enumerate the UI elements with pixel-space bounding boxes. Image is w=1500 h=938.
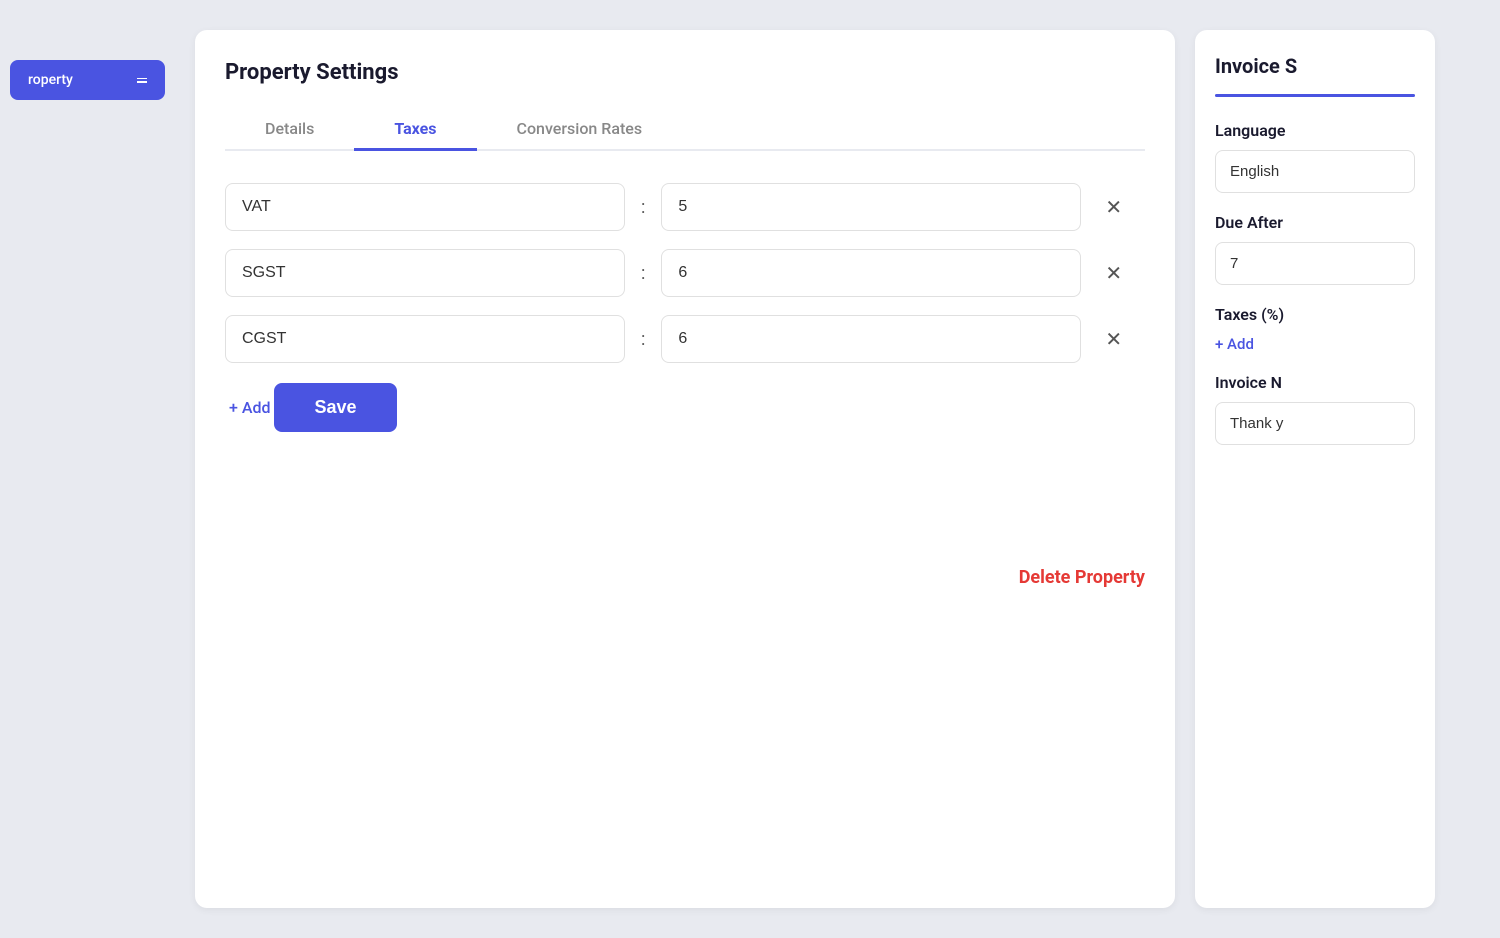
cgst-value-input[interactable]: [661, 315, 1081, 363]
taxes-label: Taxes (%): [1215, 305, 1415, 324]
right-panel-add-tax-button[interactable]: + Add: [1215, 335, 1254, 353]
tab-details[interactable]: Details: [225, 109, 354, 151]
property-settings-card: Property Settings Details Taxes Conversi…: [195, 30, 1175, 908]
sidebar-item-label: roperty: [28, 72, 73, 88]
delete-property-button[interactable]: Delete Property: [1019, 567, 1145, 588]
language-input[interactable]: [1215, 150, 1415, 193]
remove-vat-button[interactable]: ✕: [1097, 191, 1130, 224]
add-tax-button[interactable]: + Add: [229, 398, 271, 417]
panel-divider: [1215, 94, 1415, 97]
tabs-container: Details Taxes Conversion Rates: [225, 109, 1145, 151]
remove-cgst-button[interactable]: ✕: [1097, 323, 1130, 356]
save-button[interactable]: Save: [274, 383, 396, 432]
remove-sgst-button[interactable]: ✕: [1097, 257, 1130, 290]
tax-separator: :: [641, 263, 645, 284]
sgst-value-input[interactable]: [661, 249, 1081, 297]
main-content: Property Settings Details Taxes Conversi…: [175, 0, 1500, 938]
tab-taxes[interactable]: Taxes: [354, 109, 476, 151]
sidebar: roperty: [0, 0, 175, 938]
sidebar-item-property[interactable]: roperty: [10, 60, 165, 100]
cgst-name-input[interactable]: [225, 315, 625, 363]
table-row: : ✕: [225, 249, 1145, 297]
page-title: Property Settings: [225, 60, 1145, 85]
invoice-note-label: Invoice N: [1215, 373, 1415, 392]
chevron-updown-icon: [137, 78, 147, 83]
right-panel-title: Invoice S: [1215, 54, 1415, 78]
tab-conversion-rates[interactable]: Conversion Rates: [477, 109, 683, 151]
vat-name-input[interactable]: [225, 183, 625, 231]
table-row: : ✕: [225, 315, 1145, 363]
tax-separator: :: [641, 329, 645, 350]
right-panel: Invoice S Language Due After Taxes (%) +…: [1195, 30, 1435, 908]
vat-value-input[interactable]: [661, 183, 1081, 231]
table-row: : ✕: [225, 183, 1145, 231]
sgst-name-input[interactable]: [225, 249, 625, 297]
due-after-input[interactable]: [1215, 242, 1415, 285]
language-label: Language: [1215, 121, 1415, 140]
tax-separator: :: [641, 197, 645, 218]
due-after-label: Due After: [1215, 213, 1415, 232]
tax-rows-container: : ✕ : ✕ : ✕: [225, 183, 1145, 363]
invoice-note-input[interactable]: [1215, 402, 1415, 445]
